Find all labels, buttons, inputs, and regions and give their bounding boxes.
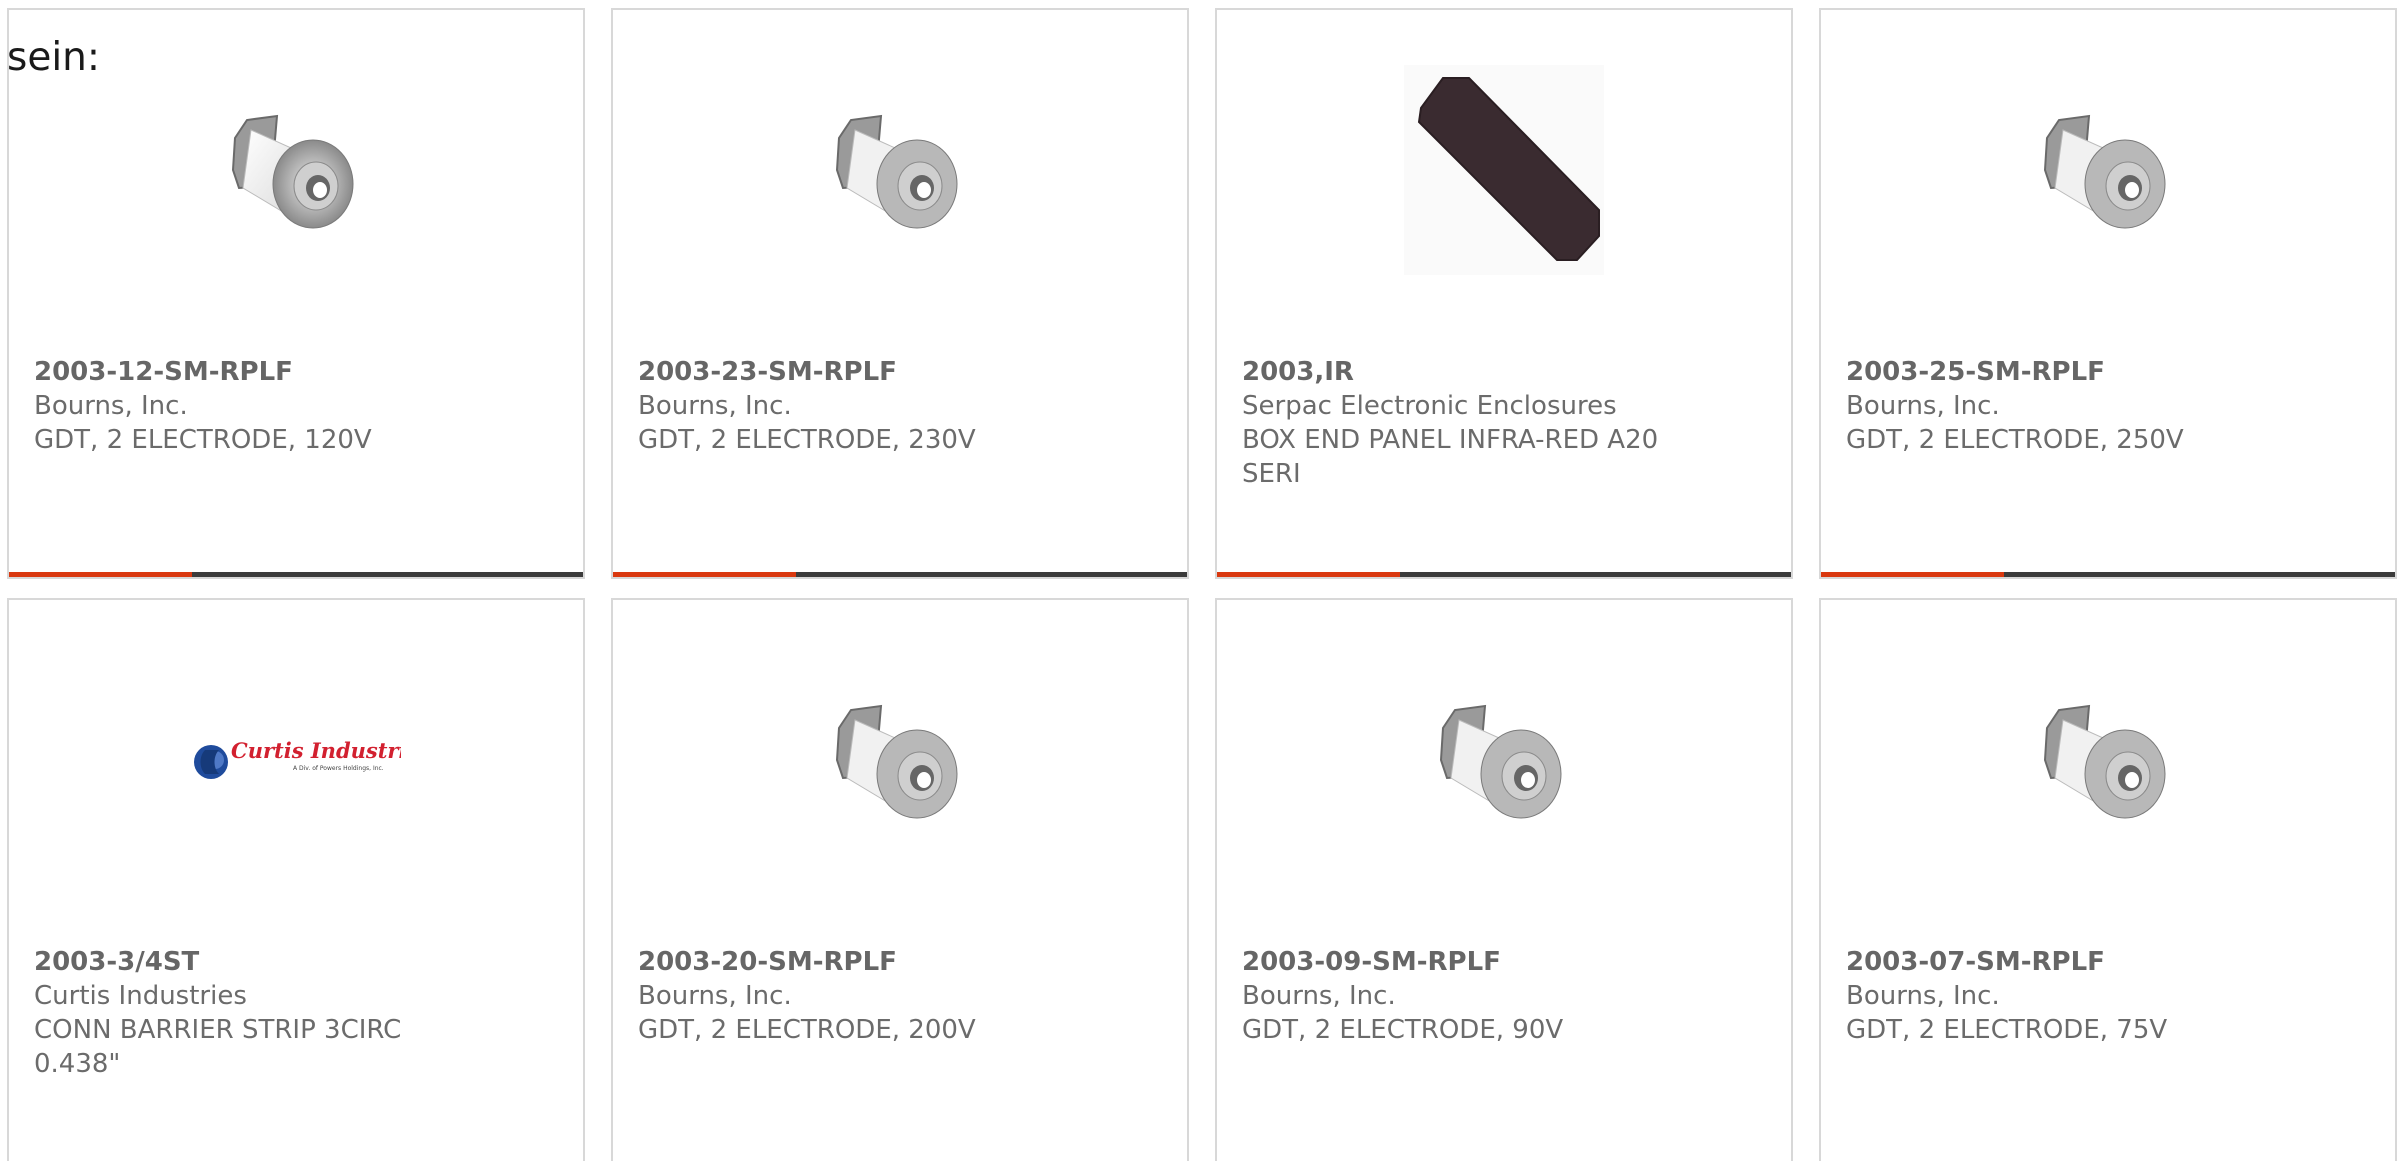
product-info: 2003-07-SM-RPLF Bourns, Inc. GDT, 2 ELEC… bbox=[1846, 945, 2276, 1047]
gas-discharge-tube-icon bbox=[2043, 114, 2166, 229]
svg-text:Curtis Industries: Curtis Industries bbox=[231, 738, 401, 763]
card-bottom-bar bbox=[1821, 572, 2395, 577]
manufacturer: Bourns, Inc. bbox=[638, 391, 792, 421]
product-image[interactable] bbox=[9, 50, 583, 290]
product-card[interactable]: 2003-12-SM-RPLF Bourns, Inc. GDT, 2 ELEC… bbox=[7, 8, 585, 579]
product-card[interactable]: Curtis Industries A Div. of Powers Holdi… bbox=[7, 598, 585, 1161]
product-image[interactable] bbox=[1217, 50, 1791, 290]
end-panel-icon bbox=[1404, 65, 1604, 275]
svg-text:A Div. of Powers Holdings, Inc: A Div. of Powers Holdings, Inc. bbox=[293, 765, 384, 772]
product-info: 2003-12-SM-RPLF Bourns, Inc. GDT, 2 ELEC… bbox=[34, 355, 464, 457]
product-info: 2003-25-SM-RPLF Bourns, Inc. GDT, 2 ELEC… bbox=[1846, 355, 2276, 457]
manufacturer: Bourns, Inc. bbox=[638, 981, 792, 1011]
description: GDT, 2 ELECTRODE, 75V bbox=[1846, 1015, 2168, 1045]
description: GDT, 2 ELECTRODE, 90V bbox=[1242, 1015, 1564, 1045]
product-card[interactable]: 2003-23-SM-RPLF Bourns, Inc. GDT, 2 ELEC… bbox=[611, 8, 1189, 579]
description: GDT, 2 ELECTRODE, 120V bbox=[34, 425, 372, 455]
product-info: 2003,IR Serpac Electronic Enclosures BOX… bbox=[1242, 355, 1672, 491]
product-card[interactable]: 2003-25-SM-RPLF Bourns, Inc. GDT, 2 ELEC… bbox=[1819, 8, 2397, 579]
product-image[interactable] bbox=[613, 640, 1187, 880]
card-bottom-bar bbox=[613, 572, 1187, 577]
accent-stripe bbox=[1821, 572, 2004, 577]
manufacturer: Curtis Industries bbox=[34, 981, 247, 1011]
manufacturer: Serpac Electronic Enclosures bbox=[1242, 391, 1617, 421]
manufacturer: Bourns, Inc. bbox=[1846, 981, 2000, 1011]
card-bottom-bar bbox=[9, 572, 583, 577]
part-number-link[interactable]: 2003-12-SM-RPLF bbox=[34, 355, 464, 389]
part-number-link[interactable]: 2003-20-SM-RPLF bbox=[638, 945, 1068, 979]
accent-stripe bbox=[9, 572, 192, 577]
gas-discharge-tube-icon bbox=[1439, 704, 1562, 819]
product-card[interactable]: 2003-07-SM-RPLF Bourns, Inc. GDT, 2 ELEC… bbox=[1819, 598, 2397, 1161]
description: BOX END PANEL INFRA-RED A20 SERI bbox=[1242, 425, 1659, 489]
description: GDT, 2 ELECTRODE, 250V bbox=[1846, 425, 2184, 455]
gas-discharge-tube-icon bbox=[835, 704, 958, 819]
card-bottom-bar bbox=[1217, 572, 1791, 577]
product-info: 2003-20-SM-RPLF Bourns, Inc. GDT, 2 ELEC… bbox=[638, 945, 1068, 1047]
part-number-link[interactable]: 2003-07-SM-RPLF bbox=[1846, 945, 2276, 979]
part-number-link[interactable]: 2003-25-SM-RPLF bbox=[1846, 355, 2276, 389]
part-number-link[interactable]: 2003-23-SM-RPLF bbox=[638, 355, 1068, 389]
manufacturer: Bourns, Inc. bbox=[1846, 391, 2000, 421]
accent-stripe bbox=[1217, 572, 1400, 577]
product-info: 2003-09-SM-RPLF Bourns, Inc. GDT, 2 ELEC… bbox=[1242, 945, 1672, 1047]
manufacturer: Bourns, Inc. bbox=[34, 391, 188, 421]
part-number-link[interactable]: 2003-3/4ST bbox=[34, 945, 464, 979]
product-info: 2003-23-SM-RPLF Bourns, Inc. GDT, 2 ELEC… bbox=[638, 355, 1068, 457]
product-image[interactable] bbox=[1217, 640, 1791, 880]
gas-discharge-tube-icon bbox=[231, 114, 354, 229]
product-card[interactable]: 2003-20-SM-RPLF Bourns, Inc. GDT, 2 ELEC… bbox=[611, 598, 1189, 1161]
gas-discharge-tube-icon bbox=[835, 114, 958, 229]
description: GDT, 2 ELECTRODE, 200V bbox=[638, 1015, 976, 1045]
product-image[interactable] bbox=[613, 50, 1187, 290]
part-number-link[interactable]: 2003-09-SM-RPLF bbox=[1242, 945, 1672, 979]
part-number-link[interactable]: 2003,IR bbox=[1242, 355, 1672, 389]
product-image[interactable] bbox=[1821, 50, 2395, 290]
product-card[interactable]: 2003,IR Serpac Electronic Enclosures BOX… bbox=[1215, 8, 1793, 579]
intro-text: sein: bbox=[7, 35, 101, 80]
description: CONN BARRIER STRIP 3CIRC 0.438" bbox=[34, 1015, 402, 1079]
product-card[interactable]: 2003-09-SM-RPLF Bourns, Inc. GDT, 2 ELEC… bbox=[1215, 598, 1793, 1161]
accent-stripe bbox=[613, 572, 796, 577]
manufacturer: Bourns, Inc. bbox=[1242, 981, 1396, 1011]
product-grid-page: sein: 2003-12-SM-RPLF Bourns, Inc. GDT, … bbox=[0, 0, 2400, 1161]
description: GDT, 2 ELECTRODE, 230V bbox=[638, 425, 976, 455]
product-image[interactable] bbox=[1821, 640, 2395, 880]
product-image[interactable]: Curtis Industries A Div. of Powers Holdi… bbox=[9, 640, 583, 880]
gas-discharge-tube-icon bbox=[2043, 704, 2166, 819]
curtis-logo-icon: Curtis Industries A Div. of Powers Holdi… bbox=[194, 738, 401, 779]
product-info: 2003-3/4ST Curtis Industries CONN BARRIE… bbox=[34, 945, 464, 1081]
